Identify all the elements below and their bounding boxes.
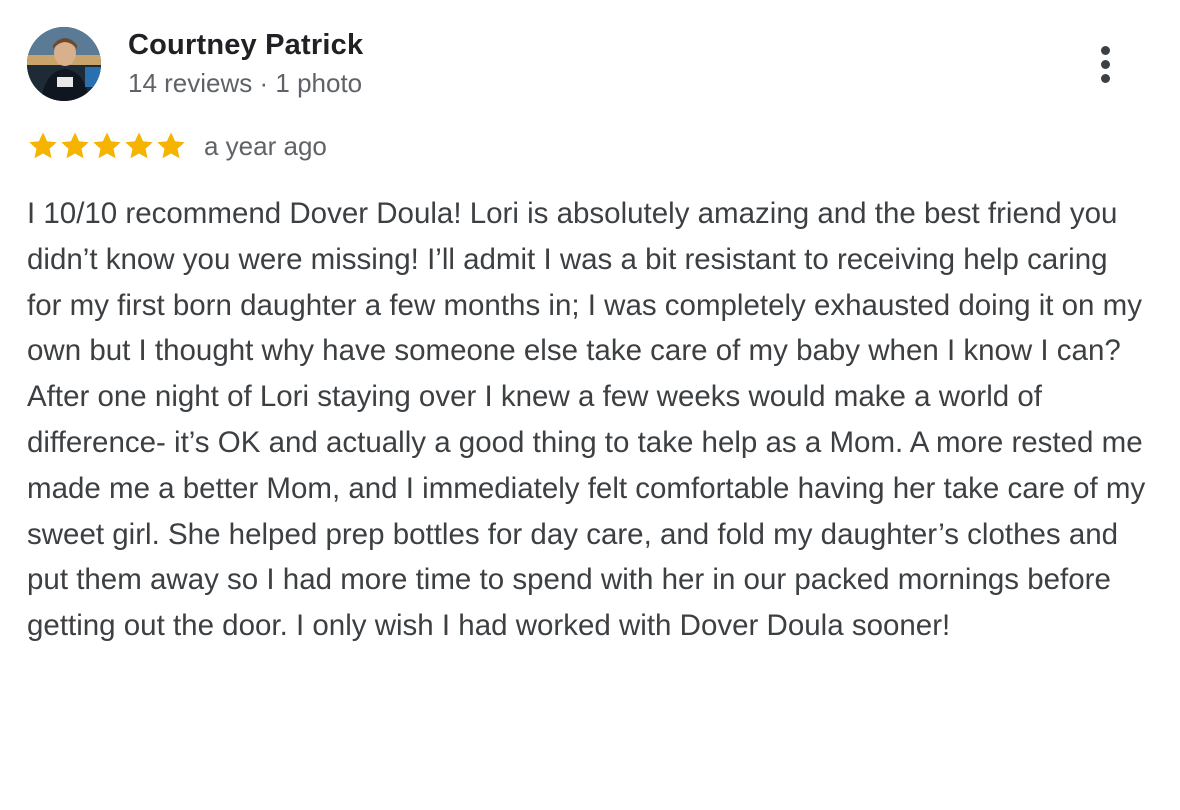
star-icon (157, 132, 185, 159)
more-vert-icon-dot (1101, 74, 1110, 83)
profile-photo-icon (27, 27, 101, 101)
reviewer-avatar[interactable] (27, 27, 101, 101)
more-vert-icon (1101, 46, 1110, 55)
review-card: Courtney Patrick 14 reviews · 1 photo a … (0, 0, 1180, 810)
reviewer-meta[interactable]: 14 reviews · 1 photo (128, 68, 362, 99)
more-options-button[interactable] (1088, 40, 1124, 88)
more-vert-icon-dot (1101, 60, 1110, 69)
reviewer-name[interactable]: Courtney Patrick (128, 29, 363, 62)
review-date: a year ago (204, 130, 327, 161)
rating-row: a year ago (27, 128, 327, 164)
star-icon (125, 132, 153, 159)
star-icon (61, 132, 89, 159)
star-rating (27, 130, 187, 162)
star-icon (29, 132, 57, 159)
review-text: I 10/10 recommend Dover Doula! Lori is a… (27, 197, 1146, 643)
star-icon (93, 132, 121, 159)
